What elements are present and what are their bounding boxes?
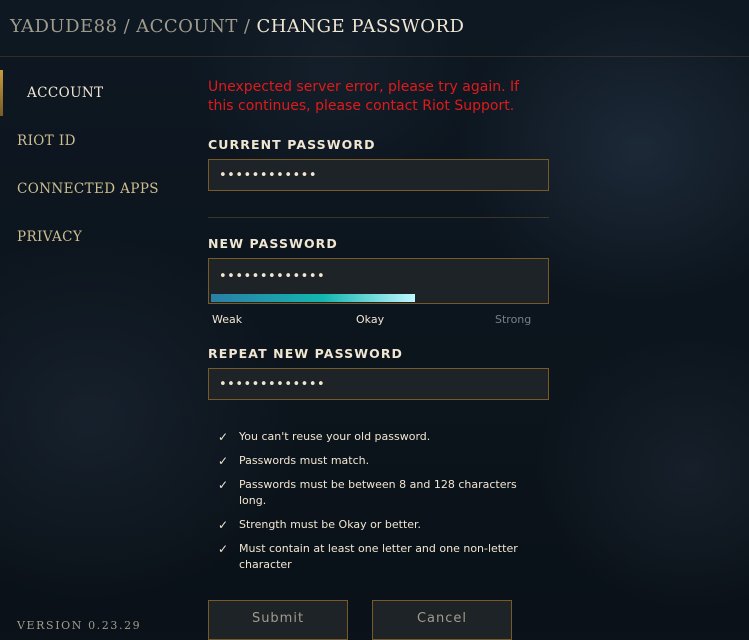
breadcrumb-separator: / [123,16,131,37]
sidebar-item-riot-id[interactable]: RIOT ID [0,118,190,166]
repeat-password-label: REPEAT NEW PASSWORD [208,346,404,361]
password-rules-list: ✓ You can't reuse your old password. ✓ P… [218,429,538,581]
sidebar-item-label: ACCOUNT [27,85,104,101]
rule-text: You can't reuse your old password. [239,430,431,443]
rule-text: Must contain at least one letter and one… [239,542,518,571]
rule-item: ✓ You can't reuse your old password. [218,429,538,445]
repeat-password-value: ••••••••••••• [219,376,326,392]
rule-item: ✓ Must contain at least one letter and o… [218,541,538,573]
new-password-value: ••••••••••••• [219,269,326,284]
cancel-button[interactable]: Cancel [372,600,512,640]
breadcrumb: YADUDE88/ACCOUNT / CHANGE PASSWORD [10,16,464,37]
rule-item: ✓ Passwords must be between 8 and 128 ch… [218,477,538,509]
strength-label-weak: Weak [212,313,243,326]
form-divider [208,217,549,218]
sidebar-item-account[interactable]: ACCOUNT [0,70,190,118]
password-strength-fill [211,294,416,302]
checkmark-icon: ✓ [218,478,229,492]
sidebar-item-label: CONNECTED APPS [17,181,159,197]
repeat-password-field[interactable]: ••••••••••••• [208,368,549,400]
password-strength-meter [211,294,546,302]
sidebar-item-label: PRIVACY [17,229,83,245]
rule-item: ✓ Passwords must match. [218,453,538,469]
sidebar-item-privacy[interactable]: PRIVACY [0,214,190,262]
rule-text: Passwords must be between 8 and 128 char… [239,478,517,507]
submit-button-label: Submit [251,611,305,626]
version-label: VERSION 0.23.29 [17,619,142,632]
breadcrumb-separator: / [243,16,251,37]
change-password-form: Unexpected server error, please try agai… [208,78,549,116]
rule-item: ✓ Strength must be Okay or better. [218,517,538,533]
checkmark-icon: ✓ [218,430,229,444]
new-password-label: NEW PASSWORD [208,236,338,251]
checkmark-icon: ✓ [218,454,229,468]
new-password-field[interactable]: ••••••••••••• [208,258,549,304]
checkmark-icon: ✓ [218,518,229,532]
strength-label-okay: Okay [356,313,385,326]
sidebar-item-connected-apps[interactable]: CONNECTED APPS [0,166,190,214]
current-password-field[interactable]: •••••••••••• [208,159,549,191]
submit-button[interactable]: Submit [208,600,348,640]
breadcrumb-account[interactable]: ACCOUNT [136,16,238,37]
current-password-value: •••••••••••• [219,167,318,183]
strength-label-strong: Strong [495,313,532,326]
checkmark-icon: ✓ [218,542,229,556]
sidebar-nav: ACCOUNT RIOT ID CONNECTED APPS PRIVACY [0,70,190,262]
error-message: Unexpected server error, please try agai… [208,79,520,114]
rule-text: Passwords must match. [239,454,370,467]
sidebar-item-label: RIOT ID [17,133,76,149]
current-password-label: CURRENT PASSWORD [208,137,376,152]
cancel-button-label: Cancel [416,611,468,626]
page-header: YADUDE88/ACCOUNT / CHANGE PASSWORD [0,0,749,57]
breadcrumb-current-page: CHANGE PASSWORD [256,16,465,37]
breadcrumb-username[interactable]: YADUDE88 [10,16,118,37]
rule-text: Strength must be Okay or better. [239,518,422,531]
